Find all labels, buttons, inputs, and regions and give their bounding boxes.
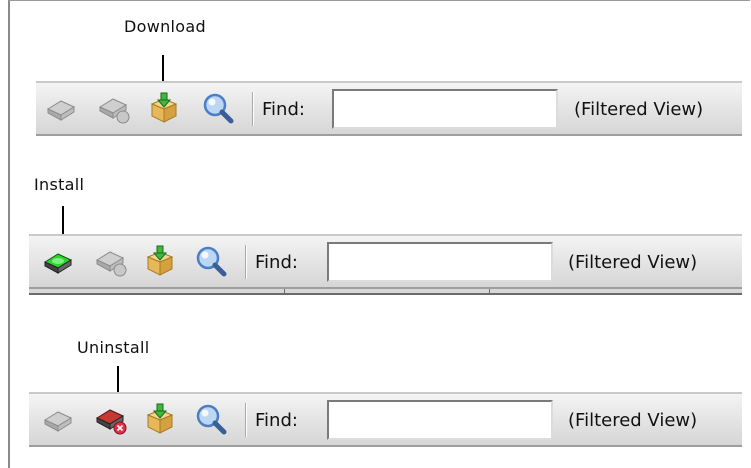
uninstall-disabled-icon[interactable] (93, 244, 127, 278)
search-icon[interactable] (194, 244, 228, 278)
search-icon[interactable] (194, 402, 228, 436)
callout-install: Install (34, 175, 85, 194)
search-icon[interactable] (201, 91, 235, 125)
install-icon[interactable] (41, 244, 75, 278)
toolbar-download-state: Find: (Filtered View) (36, 81, 742, 136)
filtered-view-label: (Filtered View) (574, 99, 704, 120)
install-disabled-icon[interactable] (44, 91, 78, 125)
find-label: Find: (255, 252, 298, 273)
toolbar-uninstall-state: Find: (Filtered View) (29, 392, 742, 447)
uninstall-icon[interactable] (93, 402, 127, 436)
callout-uninstall: Uninstall (77, 338, 150, 357)
toolbar-separator (245, 245, 247, 279)
callout-uninstall-leader (117, 366, 119, 392)
install-disabled-icon[interactable] (41, 402, 75, 436)
download-icon[interactable] (143, 402, 177, 436)
toolbar-separator (245, 403, 247, 437)
filtered-view-label: (Filtered View) (568, 410, 698, 431)
toolbar-separator (252, 92, 254, 126)
find-input[interactable] (327, 400, 553, 440)
toolbar-install-state: Find: (Filtered View) (29, 234, 742, 289)
callout-install-leader (62, 206, 64, 234)
find-label: Find: (255, 410, 298, 431)
find-input[interactable] (327, 242, 553, 282)
find-input[interactable] (332, 89, 558, 129)
column-divider[interactable] (284, 289, 285, 295)
find-label: Find: (262, 99, 305, 120)
column-divider[interactable] (489, 289, 490, 295)
uninstall-disabled-icon[interactable] (96, 91, 130, 125)
download-icon[interactable] (143, 244, 177, 278)
table-header-strip (29, 289, 742, 295)
filtered-view-label: (Filtered View) (568, 252, 698, 273)
callout-download: Download (124, 17, 206, 36)
callout-download-leader (162, 55, 164, 83)
download-icon[interactable] (147, 91, 181, 125)
